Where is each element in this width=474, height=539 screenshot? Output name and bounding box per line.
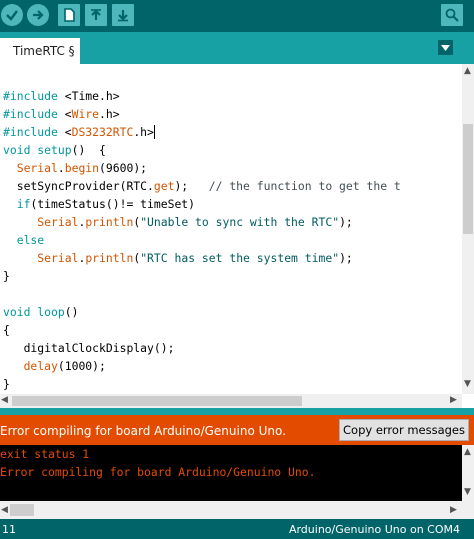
scroll-left-icon[interactable]: ◀ (1, 396, 8, 405)
verify-button[interactable] (1, 4, 23, 26)
upload-button[interactable] (27, 4, 49, 26)
code-line: } (3, 377, 10, 391)
panel-divider[interactable] (0, 408, 474, 415)
arrow-up-icon (91, 9, 101, 20)
scroll-thumb[interactable] (10, 504, 34, 516)
magnifier-icon (445, 8, 459, 22)
code-line: if(timeStatus()!= timeSet) (16, 197, 196, 211)
console-output[interactable]: exit status 1 Error compiling for board … (0, 445, 462, 501)
copy-error-messages-button[interactable]: Copy error messages (339, 419, 469, 441)
code-line: #include <DS3232RTC.h> (3, 123, 162, 141)
toolbar (0, 0, 474, 32)
code-line: Serial.println("Unable to sync with the … (37, 215, 353, 229)
new-file-icon (64, 8, 75, 22)
chevron-down-icon (441, 44, 450, 51)
tab-timertc[interactable]: TimeRTC § (0, 38, 80, 64)
scroll-right-icon[interactable]: ▶ (450, 396, 457, 405)
serial-monitor-button[interactable] (441, 4, 463, 26)
scroll-down-icon[interactable]: ▼ (464, 380, 471, 389)
console-line: Error compiling for board Arduino/Genuin… (0, 465, 316, 479)
scroll-left-icon[interactable]: ◀ (1, 506, 8, 515)
scroll-right-icon[interactable]: ▶ (450, 506, 457, 515)
code-line: else (16, 233, 45, 247)
open-button[interactable] (85, 4, 107, 26)
console-horizontal-scrollbar[interactable]: ◀ ▶ (0, 501, 474, 519)
error-bar: Error compiling for board Arduino/Genuin… (0, 415, 474, 445)
editor-vertical-scrollbar[interactable]: ▲ ▼ (462, 64, 474, 394)
code-line: void setup() { (3, 143, 106, 157)
code-line: #include <Wire.h> (3, 107, 120, 121)
code-line: setSyncProvider(RTC.get); // the functio… (3, 179, 401, 193)
tab-menu-button[interactable] (438, 40, 453, 55)
scroll-down-icon[interactable]: ▼ (464, 488, 471, 497)
console-vertical-scrollbar[interactable]: ▲ ▼ (462, 445, 474, 501)
code-line: { (3, 323, 10, 337)
scroll-up-icon[interactable]: ▲ (464, 448, 471, 457)
line-number: 11 (2, 523, 16, 536)
tab-bar: TimeRTC § (0, 32, 474, 64)
code-editor[interactable]: #include <Time.h> #include <Wire.h> #inc… (0, 64, 462, 394)
editor-horizontal-scrollbar[interactable]: ◀ ▶ (0, 394, 462, 408)
scroll-thumb[interactable] (12, 396, 302, 406)
status-bar: 11 Arduino/Genuino Uno on COM4 (0, 519, 474, 539)
code-line: digitalClockDisplay(); (3, 341, 175, 355)
code-line: delay(1000); (23, 359, 106, 373)
scroll-thumb[interactable] (463, 124, 473, 234)
code-line: void loop() (3, 305, 79, 319)
arrow-right-icon (33, 10, 44, 20)
code-line: Serial.begin(9600); (16, 161, 148, 175)
code-line: Serial.println("RTC has set the system t… (37, 251, 353, 265)
error-message: Error compiling for board Arduino/Genuin… (0, 424, 286, 438)
arrow-down-icon (118, 10, 128, 22)
console-line: exit status 1 (0, 447, 90, 461)
new-button[interactable] (58, 4, 80, 26)
code-line: #include <Time.h> (3, 89, 120, 103)
save-button[interactable] (112, 4, 134, 26)
check-icon (6, 10, 18, 21)
scroll-up-icon[interactable]: ▲ (464, 67, 471, 76)
board-port-status: Arduino/Genuino Uno on COM4 (288, 523, 460, 536)
code-line: } (3, 269, 10, 283)
